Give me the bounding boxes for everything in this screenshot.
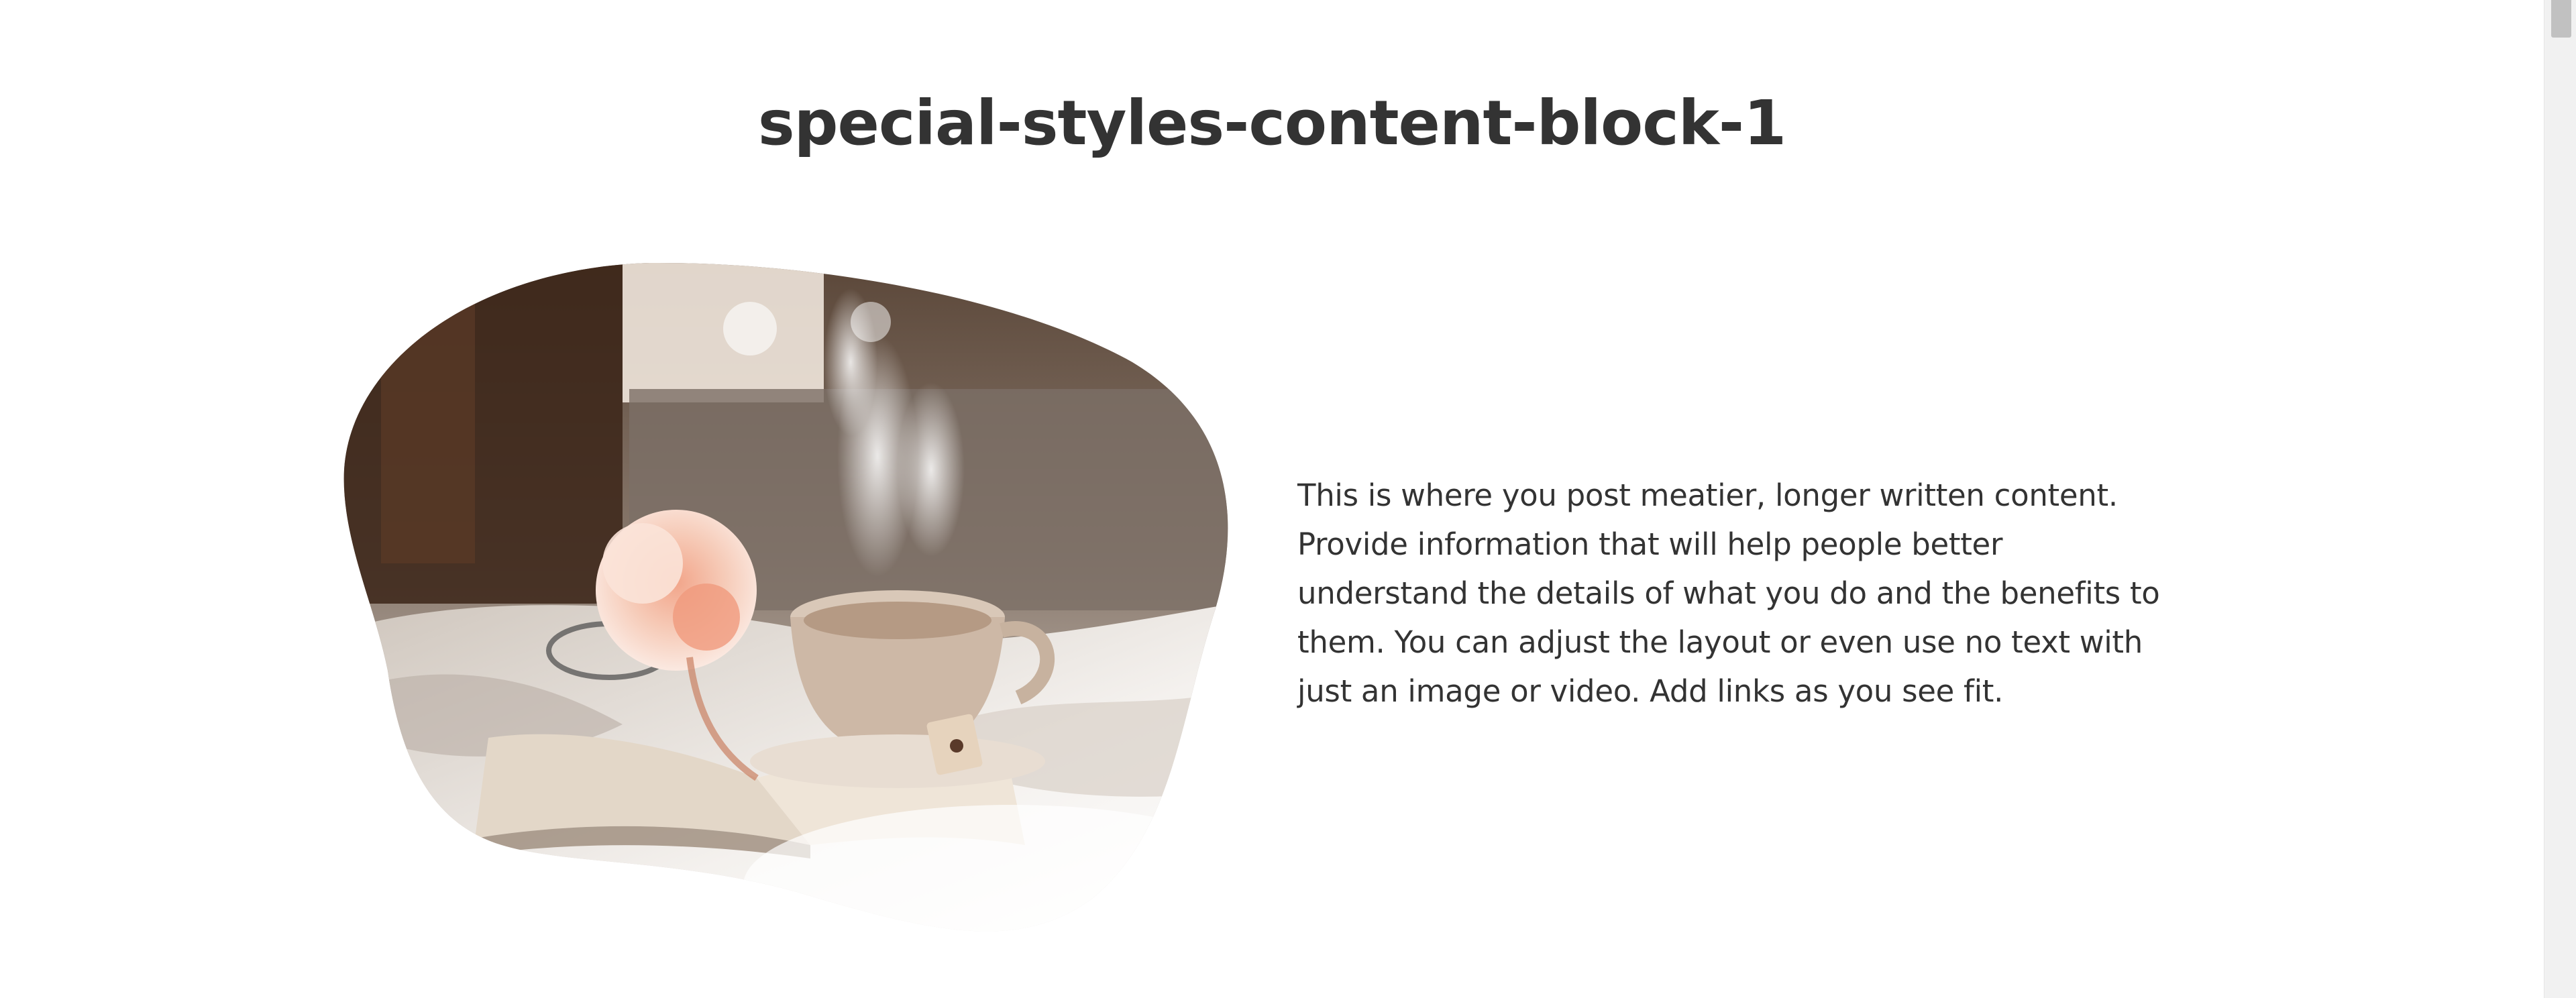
blob-photo [343, 262, 1228, 932]
page-title: special-styles-content-block-1 [757, 87, 1786, 159]
scrollbar-thumb[interactable] [2551, 0, 2571, 38]
content-body-text: This is where you post meatier, longer w… [1297, 478, 2160, 709]
page: special-styles-content-block-1 This is w… [0, 0, 2544, 998]
content-block: This is where you post meatier, longer w… [0, 255, 2544, 952]
vertical-scrollbar[interactable] [2544, 0, 2576, 998]
